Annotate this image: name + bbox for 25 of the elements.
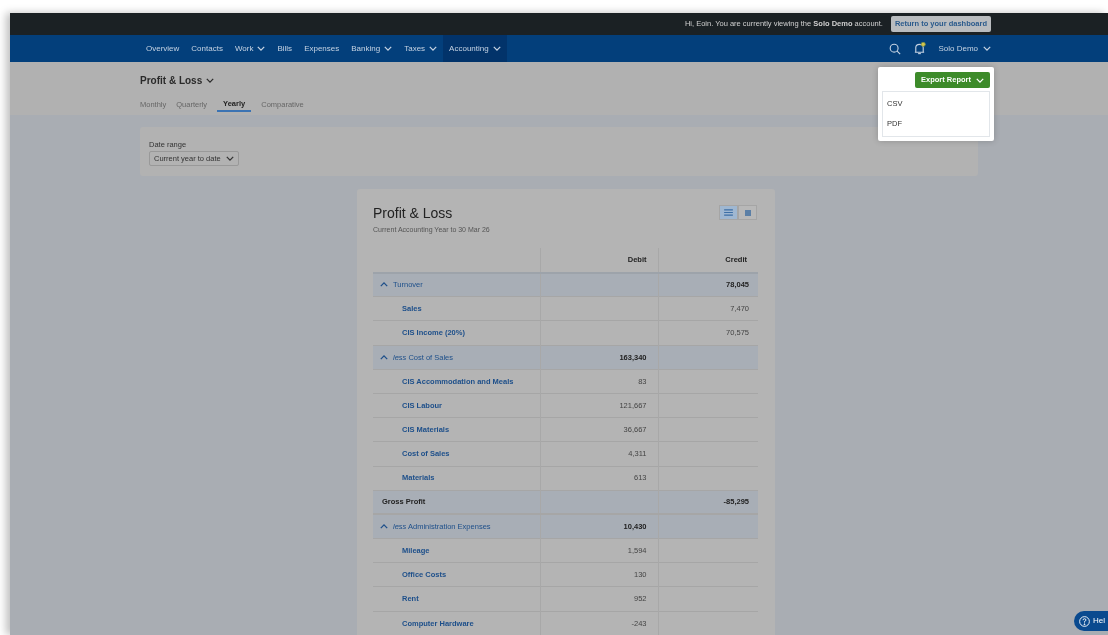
list-view-button[interactable] xyxy=(719,205,738,220)
nav-item[interactable]: Contacts xyxy=(185,35,229,62)
nav-item[interactable]: Bills xyxy=(271,35,299,62)
bell-icon[interactable] xyxy=(913,42,927,55)
report-selector[interactable]: Profit & Loss xyxy=(140,73,215,88)
chevron-up-icon xyxy=(380,354,388,360)
nav-item[interactable]: Expenses xyxy=(298,35,346,62)
list-icon xyxy=(724,209,733,216)
nav-item[interactable]: Work xyxy=(228,35,272,62)
chevron-down-icon xyxy=(976,77,984,83)
chevron-up-icon xyxy=(380,282,388,288)
chevron-down-icon xyxy=(983,46,991,51)
account-menu[interactable]: Solo Demo xyxy=(938,42,991,55)
chevron-up-icon xyxy=(380,524,388,530)
square-icon xyxy=(744,209,751,216)
nav-item[interactable]: Accounting xyxy=(443,35,507,62)
chevron-down-icon xyxy=(225,156,234,162)
search-icon[interactable] xyxy=(889,42,902,55)
question-icon xyxy=(1079,615,1090,627)
nav-item[interactable]: Taxes xyxy=(398,35,444,62)
report-title: Profit & Loss xyxy=(373,204,454,223)
help-button[interactable]: Hel xyxy=(1074,611,1108,631)
nav-item[interactable]: Banking xyxy=(345,35,399,62)
chevron-down-icon xyxy=(206,78,215,83)
nav-item[interactable]: Overview xyxy=(140,35,186,62)
